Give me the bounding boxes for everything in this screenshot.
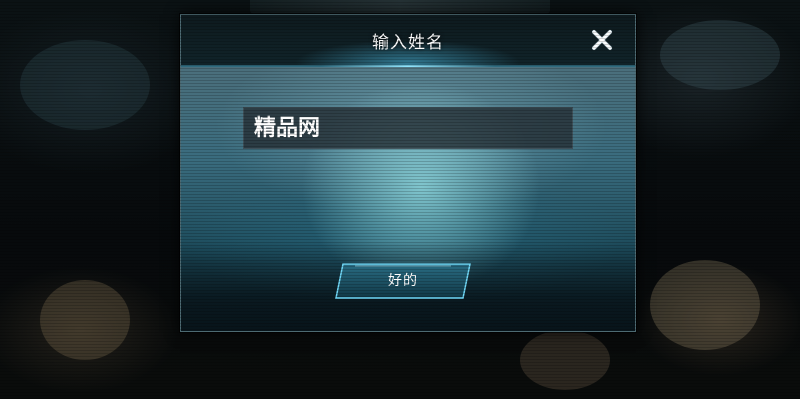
confirm-button[interactable]: 好的: [335, 263, 471, 299]
close-icon: [592, 30, 612, 50]
background-creature-left: [40, 280, 130, 360]
dialog-title: 输入姓名: [372, 33, 444, 53]
name-input-field[interactable]: 精品网: [243, 107, 573, 149]
close-button[interactable]: [588, 26, 616, 54]
dialog-title-bar: 输入姓名: [181, 15, 635, 67]
dialog-body: 精品网 好的: [181, 67, 635, 331]
background-creature-right: [650, 260, 760, 350]
background-rock: [520, 330, 610, 390]
name-input-dialog: 输入姓名 精品网 好的: [180, 14, 636, 332]
game-background: 输入姓名 精品网 好的: [0, 0, 800, 399]
background-foliage-top-right: [660, 20, 780, 90]
background-logo: [250, 0, 550, 14]
background-foliage-top-left: [20, 40, 150, 130]
confirm-button-label: 好的: [388, 273, 418, 289]
